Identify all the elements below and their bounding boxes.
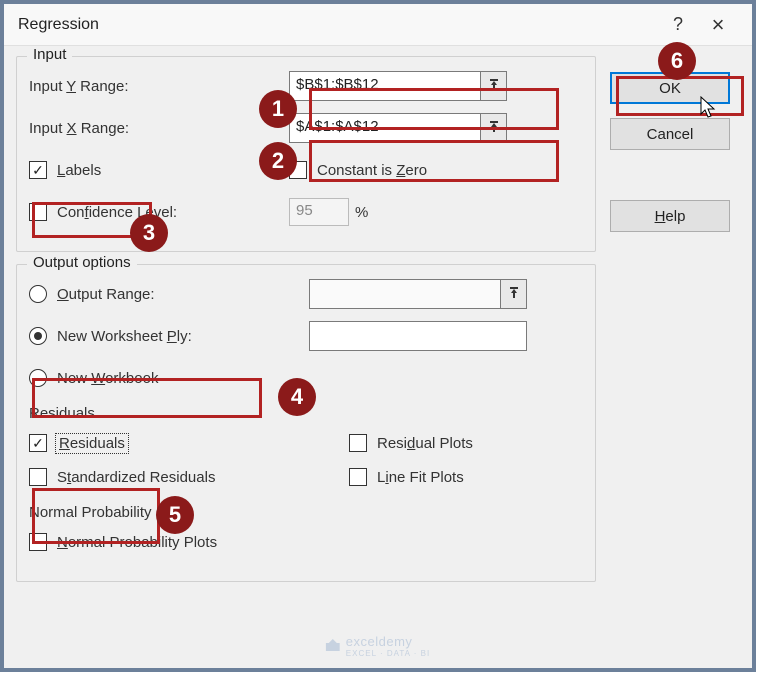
dialog-title: Regression [18, 16, 99, 34]
input-y-range[interactable]: $B$1:$B$12 [289, 71, 507, 101]
watermark: exceldemy EXCEL · DATA · BI [326, 634, 430, 658]
ok-button[interactable]: OK [610, 72, 730, 104]
output-group: Output options Output Range: [16, 264, 596, 582]
output-range-input [309, 279, 527, 309]
output-range-label: Output Range: [57, 286, 155, 303]
residuals-checkbox-label: Residuals [57, 435, 127, 452]
output-range-radio[interactable] [29, 285, 47, 303]
new-worksheet-label: New Worksheet Ply: [57, 328, 192, 345]
close-icon[interactable]: × [698, 12, 738, 38]
line-fit-plots-checkbox[interactable] [349, 468, 367, 486]
confidence-percent-label: % [355, 204, 368, 221]
residual-plots-checkbox[interactable] [349, 434, 367, 452]
regression-dialog: Regression ? × Input Input Y Range: $B$1… [0, 0, 756, 672]
constant-zero-checkbox[interactable] [289, 161, 307, 179]
confidence-level-label: Confidence Level: [57, 204, 177, 221]
new-workbook-label: New Workbook [57, 370, 158, 387]
confidence-level-checkbox[interactable] [29, 203, 47, 221]
range-picker-icon[interactable] [480, 114, 506, 142]
labels-checkbox-label: Labels [57, 162, 101, 179]
cancel-button[interactable]: Cancel [610, 118, 730, 150]
titlebar-help-icon[interactable]: ? [658, 14, 698, 35]
input-y-label: Input Y Range: [29, 78, 229, 95]
standardized-residuals-checkbox[interactable] [29, 468, 47, 486]
input-group: Input Input Y Range: $B$1:$B$12 [16, 56, 596, 252]
constant-zero-label: Constant is Zero [317, 162, 427, 179]
output-legend: Output options [27, 254, 137, 271]
normal-probability-plots-label: Normal Probability Plots [57, 534, 217, 551]
residual-plots-label: Residual Plots [377, 435, 473, 452]
input-y-value[interactable]: $B$1:$B$12 [290, 72, 480, 100]
confidence-level-input: 95 [289, 198, 349, 226]
standardized-residuals-label: Standardized Residuals [57, 469, 215, 486]
help-button[interactable]: Help [610, 200, 730, 232]
input-legend: Input [27, 46, 72, 63]
new-workbook-radio[interactable] [29, 369, 47, 387]
range-picker-icon[interactable] [500, 280, 526, 308]
input-x-label: Input X Range: [29, 120, 229, 137]
input-x-value[interactable]: $A$1:$A$12 [290, 114, 480, 142]
titlebar: Regression ? × [4, 4, 752, 46]
residuals-checkbox[interactable] [29, 434, 47, 452]
labels-checkbox[interactable] [29, 161, 47, 179]
normal-probability-title: Normal Probability [29, 504, 583, 521]
new-worksheet-name-input[interactable] [309, 321, 527, 351]
line-fit-plots-label: Line Fit Plots [377, 469, 464, 486]
new-worksheet-radio[interactable] [29, 327, 47, 345]
range-picker-icon[interactable] [480, 72, 506, 100]
residuals-title: Residuals [29, 405, 583, 422]
input-x-range[interactable]: $A$1:$A$12 [289, 113, 507, 143]
normal-probability-plots-checkbox[interactable] [29, 533, 47, 551]
